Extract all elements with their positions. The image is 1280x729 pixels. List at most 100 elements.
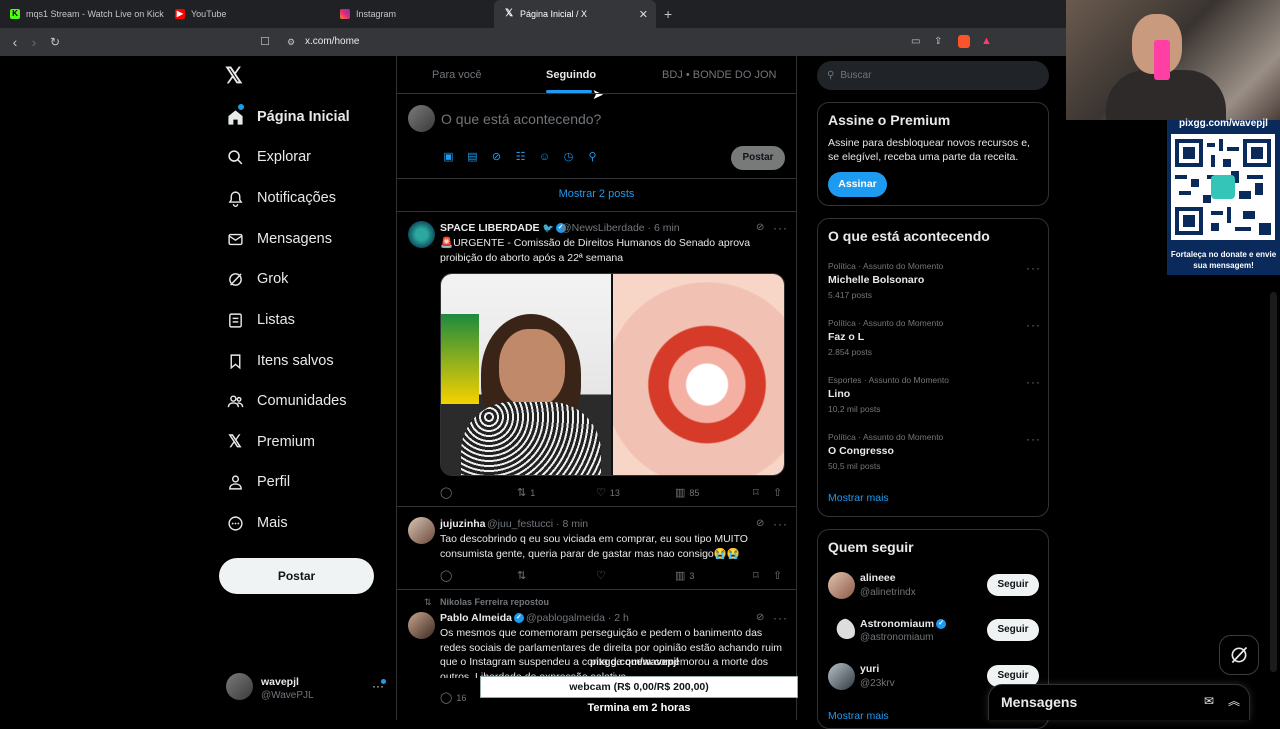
nav-label: Notificações	[257, 190, 336, 206]
grok-float-button[interactable]	[1219, 635, 1259, 675]
browser-tab-instagram[interactable]: Instagram	[330, 0, 495, 28]
new-tab-button[interactable]: +	[664, 6, 672, 22]
post-image[interactable]	[440, 273, 785, 476]
more-icon[interactable]: ···	[773, 517, 788, 531]
trend-name[interactable]: Faz o L	[828, 331, 864, 343]
brave-shield-icon[interactable]	[958, 35, 970, 48]
more-icon[interactable]: ···	[1026, 432, 1041, 446]
nav-item-home[interactable]: Página Inicial	[226, 103, 350, 131]
subscribe-button[interactable]: Assinar	[828, 172, 887, 197]
nav-item-premium[interactable]: 𝕏 Premium	[226, 428, 315, 456]
avatar[interactable]	[828, 663, 855, 690]
follow-handle: @23krv	[860, 678, 895, 689]
trend-meta: Política · Assunto do Momento	[828, 318, 944, 328]
bookmark-button[interactable]: ⌑	[753, 569, 759, 582]
follow-name[interactable]: yuri	[860, 663, 879, 675]
repost-button[interactable]: ⇅ 1	[517, 486, 535, 499]
more-icon[interactable]: ···	[773, 221, 788, 235]
post-avatar[interactable]	[408, 612, 435, 639]
compose-post-button[interactable]: Postar	[731, 146, 785, 170]
follow-name[interactable]: alineee	[860, 572, 896, 584]
avatar[interactable]	[828, 618, 855, 645]
nav-item-more[interactable]: Mais	[226, 509, 288, 537]
reply-button[interactable]: ◯	[440, 569, 456, 582]
browser-tab-youtube[interactable]: ▶ YouTube	[165, 0, 330, 28]
reply-button[interactable]: ◯	[440, 486, 456, 499]
browser-tab-kick[interactable]: K mqs1 Stream - Watch Live on Kick	[0, 0, 165, 28]
grok-icon[interactable]: ⊘	[756, 612, 764, 623]
post-avatar[interactable]	[408, 517, 435, 544]
compose-input[interactable]: O que está acontecendo?	[441, 111, 601, 127]
tab-for-you[interactable]: Para você	[432, 69, 482, 81]
trend-name[interactable]: Michelle Bolsonaro	[828, 274, 924, 286]
site-info-icon[interactable]: ⚙	[287, 37, 295, 48]
new-message-icon[interactable]: ✉	[1204, 694, 1214, 708]
trend-name[interactable]: O Congresso	[828, 445, 894, 457]
chevron-up-icon[interactable]: ︽	[1228, 692, 1240, 709]
like-button[interactable]: ♡ 13	[596, 486, 620, 499]
repost-button[interactable]: ⇅	[517, 569, 530, 582]
tab-following[interactable]: Seguindo	[546, 69, 596, 81]
more-icon[interactable]: ···	[773, 611, 788, 625]
bookmark-page-icon[interactable]: ☐	[256, 33, 274, 51]
scrollbar[interactable]	[1270, 292, 1277, 672]
brave-rewards-icon[interactable]: ▲	[981, 35, 992, 47]
nav-item-profile[interactable]: Perfil	[226, 468, 290, 496]
views-button[interactable]: ▥ 85	[675, 486, 699, 499]
reply-button[interactable]: ◯ 16	[440, 691, 466, 704]
browser-tab-x[interactable]: 𝕏 Página Inicial / X ✕	[494, 0, 656, 28]
x-logo-icon[interactable]: 𝕏	[225, 63, 243, 89]
more-icon[interactable]: ···	[1026, 318, 1041, 332]
post-author[interactable]: jujuzinha	[440, 518, 486, 530]
share-button[interactable]: ⇧	[773, 486, 782, 499]
image-icon[interactable]: ▣	[442, 151, 455, 164]
post-author[interactable]: SPACE LIBERDADE 🐦 ✓	[440, 222, 566, 234]
poll-icon[interactable]: ☷	[514, 151, 527, 164]
schedule-icon[interactable]: ◷	[562, 151, 575, 164]
trend-count: 10,2 mil posts	[828, 404, 881, 414]
bookmark-button[interactable]: ⌑	[753, 486, 759, 499]
tab-bdj[interactable]: BDJ • BONDE DO JON	[662, 69, 776, 81]
url-field[interactable]: x.com/home	[305, 36, 359, 47]
follow-button[interactable]: Seguir	[987, 619, 1039, 641]
grok-icon[interactable]: ⊘	[756, 518, 764, 529]
like-button[interactable]: ♡	[596, 569, 610, 582]
grok-icon[interactable]: ⊘	[490, 151, 503, 164]
location-icon[interactable]: ⚲	[586, 151, 599, 164]
emoji-icon[interactable]: ☺	[538, 151, 551, 164]
nav-item-lists[interactable]: Listas	[226, 306, 295, 334]
more-icon[interactable]: ···	[1026, 261, 1041, 275]
reload-icon[interactable]: ↻	[46, 33, 64, 51]
nav-item-notifications[interactable]: Notificações	[226, 184, 336, 212]
search-input[interactable]: ⚲ Buscar	[817, 61, 1049, 90]
post-button[interactable]: Postar	[219, 558, 374, 594]
avatar[interactable]	[828, 572, 855, 599]
gif-icon[interactable]: ▤	[466, 151, 479, 164]
trends-show-more[interactable]: Mostrar mais	[828, 492, 889, 504]
unread-dot	[381, 679, 386, 684]
nav-item-communities[interactable]: Comunidades	[226, 387, 346, 415]
show-new-posts[interactable]: Mostrar 2 posts	[397, 188, 796, 200]
grok-icon[interactable]: ⊘	[756, 222, 764, 233]
reposted-by[interactable]: Nikolas Ferreira repostou	[440, 597, 549, 607]
post-avatar[interactable]	[408, 221, 435, 248]
follow-name[interactable]: Astronomiaum ✓	[860, 618, 947, 630]
nav-item-grok[interactable]: Grok	[226, 265, 288, 293]
views-button[interactable]: ▥ 3	[675, 569, 694, 582]
follow-button[interactable]: Seguir	[987, 574, 1039, 596]
back-icon[interactable]: ‹	[6, 33, 24, 51]
share-button[interactable]: ⇧	[773, 569, 782, 582]
screen-icon[interactable]: ▭	[911, 36, 920, 47]
forward-icon[interactable]: ›	[25, 33, 43, 51]
overlay-pix-url: pixgg.com/wavepjl	[590, 657, 679, 668]
trend-name[interactable]: Lino	[828, 388, 850, 400]
nav-item-bookmarks[interactable]: Itens salvos	[226, 347, 334, 375]
more-icon[interactable]: ···	[1026, 375, 1041, 389]
post-author[interactable]: Pablo Almeida ✓	[440, 612, 524, 624]
nav-item-explore[interactable]: Explorar	[226, 143, 311, 171]
bookmark-icon	[226, 352, 244, 370]
follow-show-more[interactable]: Mostrar mais	[828, 710, 889, 722]
close-tab-icon[interactable]: ✕	[639, 8, 648, 21]
share-icon[interactable]: ⇪	[934, 36, 942, 47]
nav-item-messages[interactable]: Mensagens	[226, 225, 332, 253]
